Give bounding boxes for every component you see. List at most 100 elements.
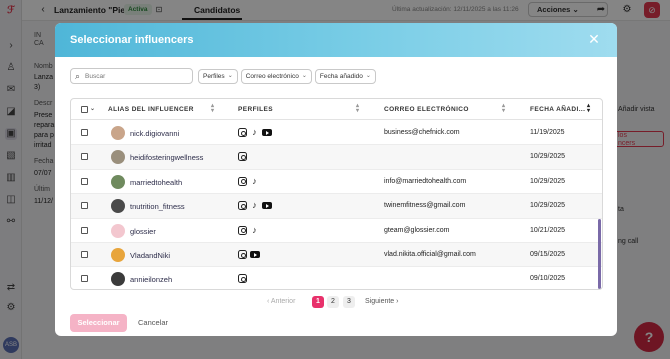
avatar [111, 248, 125, 262]
row-checkbox[interactable] [81, 226, 88, 234]
profile-icons: ♪ [238, 128, 275, 137]
table-row[interactable]: nick.digiovanni ♪ business@chefnick.com … [71, 121, 602, 146]
column-email[interactable]: CORREO ELECTRÓNICO [384, 106, 469, 113]
modal-header: Seleccionar influencers ✕ [55, 23, 617, 57]
instagram-icon[interactable] [238, 225, 247, 235]
search-icon: ⌕ [75, 71, 81, 81]
sort-icon[interactable]: ▴ ▾ [211, 103, 214, 114]
column-profiles[interactable]: PERFILES [238, 106, 273, 113]
close-icon[interactable]: ✕ [587, 32, 601, 46]
influencer-alias[interactable]: marriedtohealth [130, 178, 182, 187]
influencer-alias[interactable]: tnutrition_fitness [130, 202, 185, 211]
instagram-icon[interactable] [238, 250, 247, 259]
tiktok-icon[interactable]: ♪ [250, 225, 259, 235]
row-checkbox[interactable] [81, 202, 88, 210]
tiktok-icon[interactable]: ♪ [250, 201, 259, 210]
filter-label: Fecha añadido [319, 73, 363, 80]
pagination: ‹ Anterior 1 2 3 Siguiente › [55, 296, 617, 310]
youtube-icon[interactable] [262, 202, 272, 210]
influencer-alias[interactable]: nick.digiovanni [130, 129, 179, 138]
avatar [111, 174, 125, 189]
profile-icons [238, 274, 250, 284]
page-button-1[interactable]: 1 [312, 296, 324, 308]
table-row[interactable]: annieilonzeh 09/10/2025 [71, 267, 602, 289]
sort-desc-icon[interactable]: ▴ ▾ [587, 103, 590, 114]
influencer-email: gteam@glossier.com [384, 226, 450, 234]
influencer-alias[interactable]: heidifosteringwellness [130, 153, 203, 162]
chevron-down-icon: ⌄ [227, 73, 233, 79]
table-header: ⌄ ALIAS DEL INFLUENCER ▴ ▾ PERFILES ▴ ▾ CO… [71, 99, 602, 120]
search-box[interactable]: ⌕ [70, 68, 193, 84]
avatar [111, 199, 125, 214]
row-checkbox[interactable] [81, 275, 88, 283]
table-scrollbar[interactable] [598, 219, 601, 289]
modal-title: Seleccionar influencers [70, 34, 194, 46]
avatar [111, 150, 125, 165]
table-row[interactable]: VladandNiki vlad.nikita.official@gmail.c… [71, 243, 602, 268]
influencer-alias[interactable]: annieilonzeh [130, 275, 172, 284]
youtube-icon[interactable] [250, 251, 260, 258]
profile-icons [238, 152, 250, 162]
prev-label: Anterior [270, 298, 296, 305]
date-added: 10/29/2025 [530, 153, 566, 161]
table-row[interactable]: heidifosteringwellness 10/29/2025 [71, 145, 602, 170]
influencers-table: ⌄ ALIAS DEL INFLUENCER ▴ ▾ PERFILES ▴ ▾ CO… [70, 98, 603, 290]
table-row[interactable]: tnutrition_fitness ♪ twinemfitness@gmail… [71, 194, 602, 219]
row-checkbox[interactable] [81, 251, 88, 258]
instagram-icon[interactable] [238, 201, 247, 211]
tiktok-icon[interactable]: ♪ [250, 176, 259, 186]
influencer-email: vlad.nikita.official@gmail.com [384, 251, 476, 258]
select-button[interactable]: Seleccionar [70, 314, 127, 332]
date-added: 09/10/2025 [530, 275, 566, 283]
instagram-icon[interactable] [238, 176, 247, 186]
profile-icons: ♪ [238, 201, 275, 211]
chevron-down-icon: ⌄ [365, 73, 371, 79]
youtube-icon[interactable] [262, 129, 272, 136]
row-checkbox[interactable] [81, 153, 88, 161]
filter-date-added[interactable]: Fecha añadido ⌄ [314, 69, 376, 84]
chevron-down-icon[interactable]: ⌄ [90, 105, 95, 112]
next-label: Siguiente [365, 298, 395, 305]
instagram-icon[interactable] [238, 152, 247, 162]
instagram-icon[interactable] [238, 274, 247, 284]
influencer-alias[interactable]: VladandNiki [130, 251, 170, 260]
table-row[interactable]: marriedtohealth ♪ info@marriedtohealth.c… [71, 170, 602, 195]
filter-label: Correo electrónico [245, 73, 299, 80]
date-added: 11/19/2025 [530, 129, 565, 136]
date-added: 10/29/2025 [530, 177, 566, 185]
pagination-next[interactable]: Siguiente › [365, 298, 398, 305]
date-added: 09/15/2025 [530, 251, 566, 258]
profile-icons [238, 250, 263, 259]
select-all-checkbox[interactable] [81, 106, 88, 113]
influencer-email: info@marriedtohealth.com [384, 177, 467, 185]
avatar [111, 223, 125, 238]
influencer-alias[interactable]: glossier [130, 227, 156, 236]
chevron-right-icon: › [394, 298, 399, 305]
filter-profiles[interactable]: Perfiles ⌄ [198, 69, 238, 84]
filter-email[interactable]: Correo electrónico ⌄ [240, 69, 312, 84]
profile-icons: ♪ [238, 176, 262, 186]
page-button-3[interactable]: 3 [343, 296, 355, 308]
row-checkbox[interactable] [81, 129, 88, 136]
date-added: 10/21/2025 [530, 226, 566, 234]
filter-label: Perfiles [203, 73, 225, 80]
pagination-prev: ‹ Anterior [267, 298, 295, 305]
filter-bar: Perfiles ⌄ Correo electrónico ⌄ Fecha añad… [198, 69, 379, 84]
search-input[interactable] [85, 70, 189, 82]
avatar [111, 126, 125, 140]
row-checkbox[interactable] [81, 177, 88, 185]
sort-icon[interactable]: ▴ ▾ [502, 103, 505, 114]
avatar [111, 272, 125, 287]
sort-icon[interactable]: ▴ ▾ [356, 103, 359, 114]
influencer-email: twinemfitness@gmail.com [384, 202, 466, 210]
chevron-down-icon: ⌄ [301, 73, 307, 79]
column-alias[interactable]: ALIAS DEL INFLUENCER [108, 106, 194, 113]
instagram-icon[interactable] [238, 128, 247, 137]
influencer-email: business@chefnick.com [384, 129, 460, 136]
column-date-added[interactable]: FECHA AÑADI... [530, 106, 585, 113]
cancel-button[interactable]: Cancelar [135, 314, 171, 332]
select-influencers-modal: Seleccionar influencers ✕ ⌕ Perfiles⌄ Co… [55, 23, 617, 336]
table-row[interactable]: glossier ♪ gteam@glossier.com 10/21/2025 [71, 219, 602, 243]
page-button-2[interactable]: 2 [327, 296, 339, 308]
tiktok-icon[interactable]: ♪ [250, 128, 259, 137]
